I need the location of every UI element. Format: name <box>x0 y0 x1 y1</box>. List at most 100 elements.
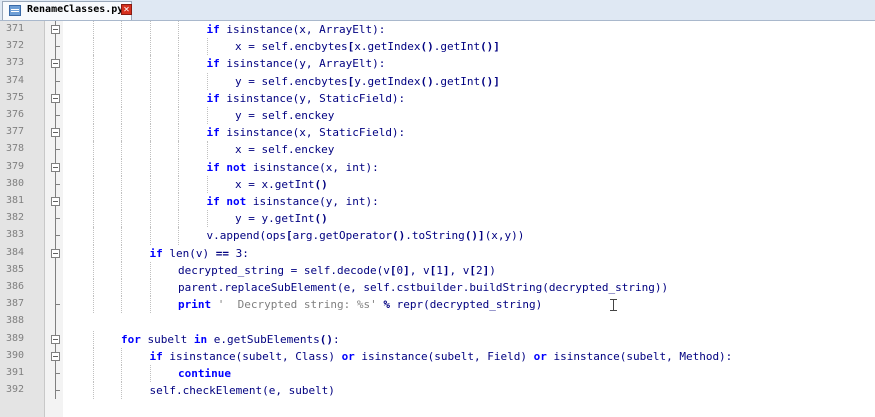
line-number: 371 <box>6 23 25 34</box>
fold-toggle-icon[interactable] <box>51 197 60 206</box>
fold-toggle-icon[interactable] <box>51 25 60 34</box>
code-line[interactable]: 375 if isinstance(y, StaticField): <box>0 89 875 107</box>
code-text: y = self.enckey <box>235 109 335 122</box>
indent-guide <box>121 21 122 39</box>
code-line[interactable]: 390 if isinstance(subelt, Class) or isins… <box>0 347 875 365</box>
indent-guide <box>121 89 122 107</box>
code-line[interactable]: 387 print ' Decrypted string: %s' % repr(… <box>0 296 875 314</box>
indent-guide <box>92 158 94 176</box>
indent-guide <box>92 175 94 193</box>
indent-guide <box>121 382 122 400</box>
line-number: 376 <box>6 109 25 120</box>
fold-toggle-icon[interactable] <box>51 93 60 103</box>
code-line[interactable]: 386 parent.replaceSubElement(e, self.cstb… <box>0 279 875 297</box>
code-text: v.append(ops[arg.getOperator().toString(… <box>206 229 525 243</box>
code-text: if not isinstance(x, int): <box>206 160 379 174</box>
code-text: y = y.getInt() <box>235 212 328 226</box>
code-line[interactable]: 380 x = x.getInt() <box>0 175 875 193</box>
code-line[interactable]: 381 if not isinstance(y, int): <box>0 193 875 211</box>
code-line[interactable]: 383 v.append(ops[arg.getOperator().toStri… <box>0 227 875 245</box>
code-line[interactable]: 392 self.checkElement(e, subelt) <box>0 382 875 400</box>
code-line[interactable]: 373 if isinstance(y, ArrayElt): <box>0 55 875 73</box>
code-line[interactable]: 377 if isinstance(x, StaticField): <box>0 124 875 142</box>
save-file-icon <box>9 5 21 16</box>
fold-line <box>55 313 56 331</box>
indent-guide <box>92 210 94 228</box>
code-text: y = self.encbytes[y.getIndex().getInt()] <box>235 74 500 88</box>
indent-guide <box>92 261 94 279</box>
code-line[interactable]: 388 <box>0 313 875 331</box>
indent-guide <box>92 89 94 107</box>
fold-end-marker <box>55 80 60 82</box>
code-line[interactable]: 385 decrypted_string = self.decode(v[0], … <box>0 261 875 279</box>
code-line[interactable]: 371 if isinstance(x, ArrayElt): <box>0 21 875 39</box>
indent-guide <box>92 227 94 245</box>
indent-guide <box>178 72 179 90</box>
fold-end-marker <box>55 218 60 220</box>
indent-guide <box>178 55 179 73</box>
indent-guide <box>121 175 122 193</box>
line-number: 385 <box>6 263 25 275</box>
indent-guide <box>149 210 151 228</box>
indent-guide <box>149 365 151 383</box>
indent-guide <box>178 193 179 211</box>
code-line[interactable]: 384 if len(v) == 3: <box>0 244 875 262</box>
fold-end-marker <box>55 390 60 392</box>
code-text: x = x.getInt() <box>235 177 328 191</box>
line-number: 390 <box>6 349 25 361</box>
fold-toggle-icon[interactable] <box>51 59 60 69</box>
fold-toggle-icon[interactable] <box>51 248 60 258</box>
code-text: if isinstance(x, ArrayElt): <box>206 23 386 36</box>
indent-guide <box>178 141 179 159</box>
indent-guide <box>92 72 94 90</box>
code-line[interactable]: 376 y = self.enckey <box>0 107 875 125</box>
indent-guide <box>178 124 179 142</box>
indent-guide <box>149 89 151 107</box>
code-line[interactable]: 391 continue <box>0 365 875 383</box>
fold-toggle-icon[interactable] <box>51 351 60 361</box>
code-line[interactable]: 379 if not isinstance(x, int): <box>0 158 875 176</box>
code-text: if isinstance(y, ArrayElt): <box>206 57 386 71</box>
close-icon[interactable]: ✕ <box>121 4 132 15</box>
indent-guide <box>121 210 122 228</box>
fold-toggle-icon[interactable] <box>51 334 60 344</box>
code-editor[interactable]: 371 if isinstance(x, ArrayElt): 372 x = sel… <box>0 21 875 417</box>
indent-guide <box>92 279 94 297</box>
indent-guide <box>121 365 122 383</box>
code-line[interactable]: 372 x = self.encbytes[x.getIndex().getInt… <box>0 38 875 56</box>
line-number: 387 <box>6 298 25 310</box>
code-text: self.checkElement(e, subelt) <box>149 384 335 398</box>
indent-guide <box>178 227 179 245</box>
indent-guide <box>121 227 122 245</box>
indent-guide <box>92 38 94 56</box>
code-line[interactable]: 374 y = self.encbytes[y.getIndex().getInt… <box>0 72 875 90</box>
indent-guide <box>121 38 122 56</box>
file-tab[interactable]: RenameClasses.py ✕ <box>2 1 132 20</box>
tab-bar: RenameClasses.py ✕ <box>0 0 875 21</box>
indent-guide <box>178 175 179 193</box>
fold-end-marker <box>55 183 60 185</box>
indent-guide <box>121 261 122 279</box>
indent-guide <box>178 210 179 228</box>
fold-toggle-icon[interactable] <box>51 162 60 172</box>
indent-guide <box>92 347 94 365</box>
indent-guide <box>206 107 208 125</box>
tab-label: RenameClasses.py <box>27 4 124 15</box>
code-line[interactable]: 382 y = y.getInt() <box>0 210 875 228</box>
indent-guide <box>121 158 122 176</box>
indent-guide <box>206 72 208 90</box>
indent-guide <box>92 382 94 400</box>
indent-guide <box>121 107 122 125</box>
code-text: decrypted_string = self.decode(v[0], v[1… <box>178 263 496 277</box>
indent-guide <box>121 72 122 90</box>
line-number: 374 <box>6 74 25 86</box>
fold-toggle-icon[interactable] <box>51 128 60 138</box>
indent-guide <box>149 279 151 297</box>
code-line[interactable]: 389 for subelt in e.getSubElements(): <box>0 330 875 348</box>
fold-end-marker <box>55 115 60 116</box>
line-number: 379 <box>6 160 25 172</box>
code-line[interactable]: 378 x = self.enckey <box>0 141 875 159</box>
fold-end-marker <box>55 46 60 48</box>
line-number: 389 <box>6 332 25 344</box>
indent-guide <box>92 55 94 73</box>
